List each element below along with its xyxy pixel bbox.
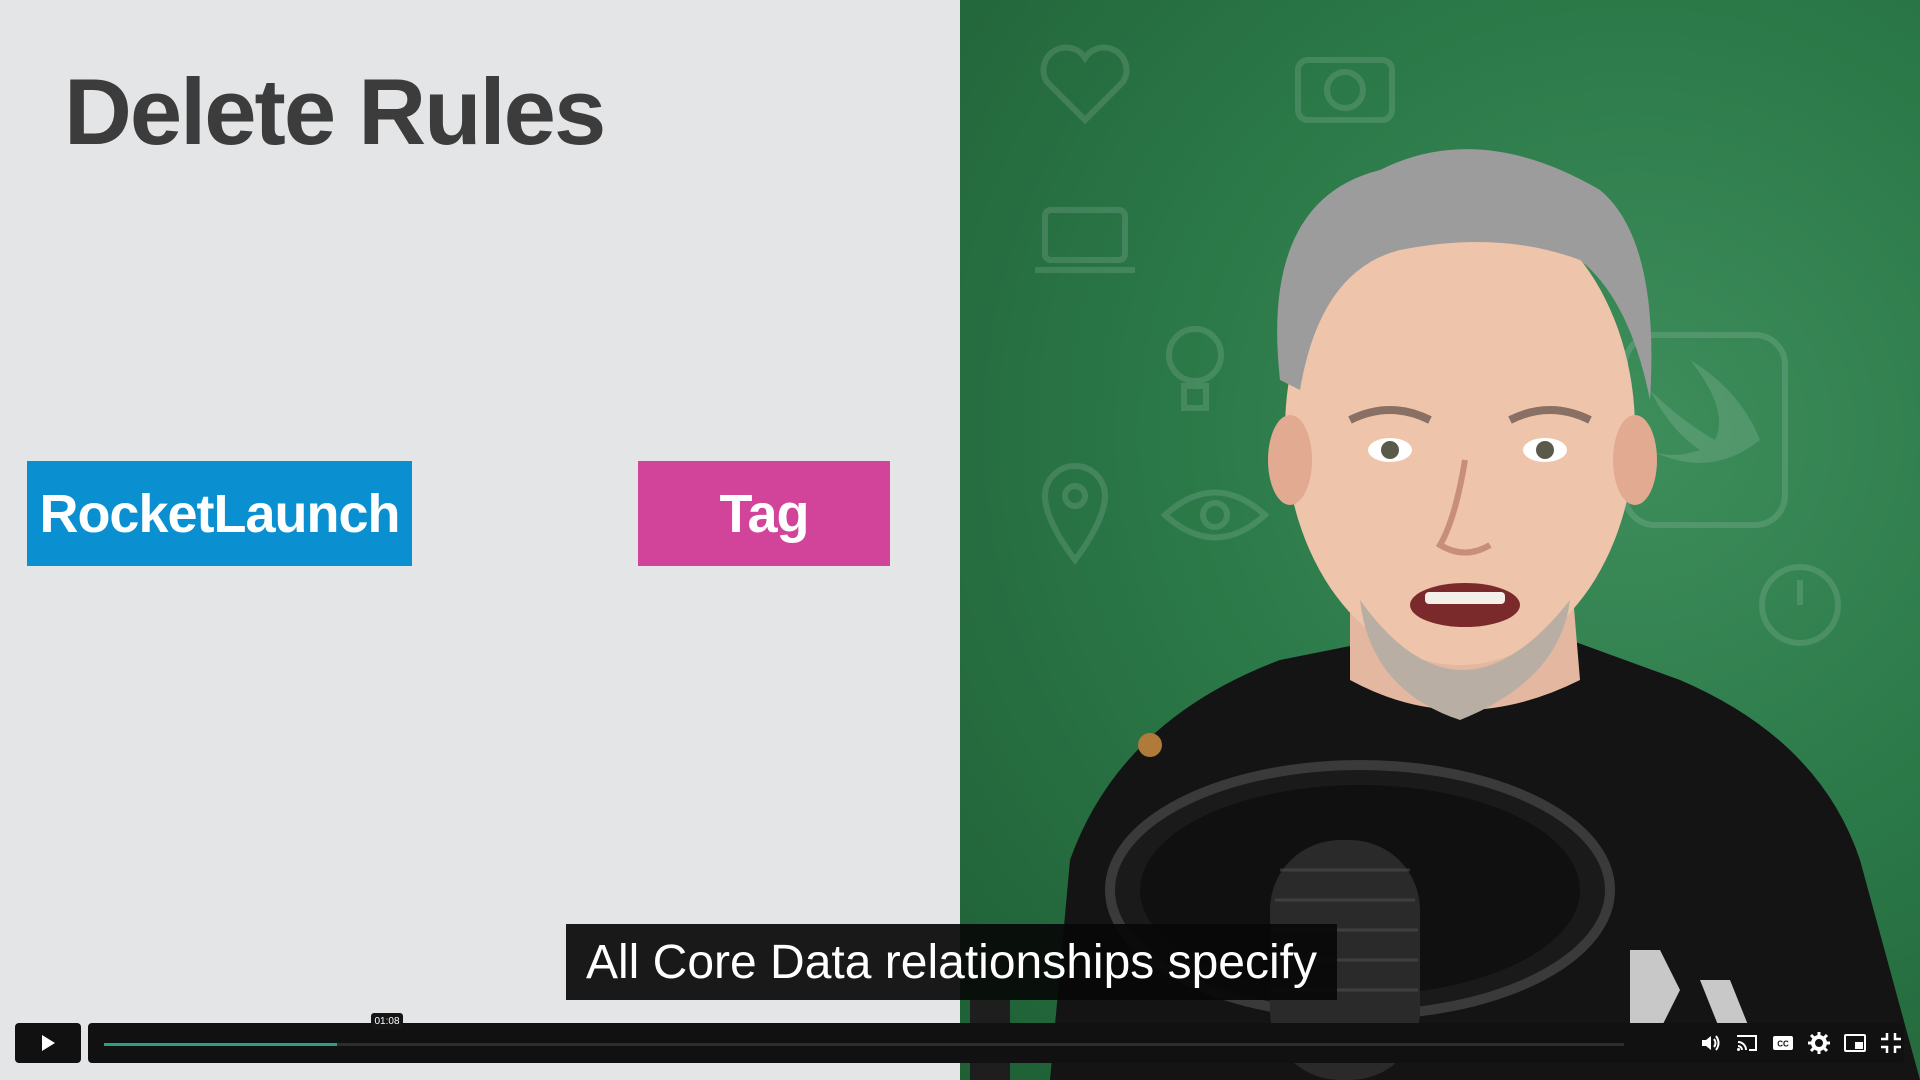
video-player[interactable]: Delete Rules RocketLaunch Tag All Core D…	[0, 0, 1920, 1080]
slide-title: Delete Rules	[64, 59, 606, 164]
exit-fullscreen-icon	[1881, 1033, 1901, 1053]
svg-text:CC: CC	[1777, 1040, 1789, 1049]
cast-button[interactable]	[1734, 1030, 1760, 1056]
progress-fill	[104, 1043, 337, 1046]
volume-button[interactable]	[1698, 1030, 1724, 1056]
settings-icon	[1808, 1032, 1830, 1054]
player-right-controls: CC	[1698, 1025, 1904, 1061]
exit-fullscreen-button[interactable]	[1878, 1030, 1904, 1056]
hover-time-tooltip: 01:08	[371, 1013, 403, 1029]
slide-panel: Delete Rules RocketLaunch Tag	[0, 0, 960, 1080]
play-icon	[42, 1035, 55, 1051]
pip-icon	[1844, 1034, 1866, 1052]
progress-track[interactable]	[104, 1043, 1624, 1046]
pip-button[interactable]	[1842, 1030, 1868, 1056]
rocketlaunch-entity-box: RocketLaunch	[27, 461, 412, 566]
cast-icon	[1737, 1035, 1757, 1051]
player-controls: 01:08 CC	[0, 1013, 1920, 1080]
settings-button[interactable]	[1806, 1030, 1832, 1056]
play-button[interactable]	[15, 1023, 81, 1063]
captions-button[interactable]: CC	[1770, 1030, 1796, 1056]
volume-icon	[1702, 1035, 1720, 1051]
subtitle-caption: All Core Data relationships specify	[566, 924, 1337, 1000]
cc-icon: CC	[1773, 1036, 1793, 1050]
presenter-camera-view	[960, 0, 1920, 1080]
tag-entity-box: Tag	[638, 461, 890, 566]
presenter-figure	[970, 149, 1920, 1080]
